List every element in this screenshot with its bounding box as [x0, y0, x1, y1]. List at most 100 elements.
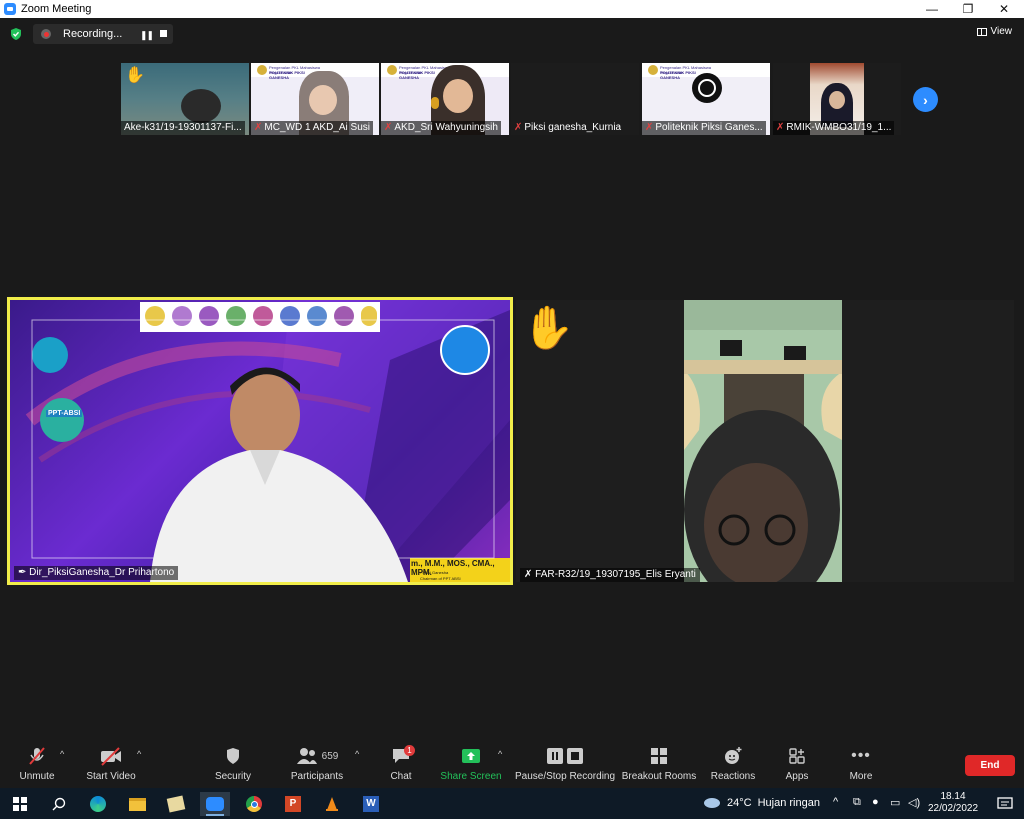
start-video-button[interactable]: Start Video	[84, 745, 138, 787]
participants-caret-icon[interactable]: ^	[355, 749, 359, 759]
share-screen-label: Share Screen	[440, 771, 502, 782]
zoom-app[interactable]	[200, 792, 230, 816]
share-screen-icon	[462, 749, 480, 763]
pause-stop-icon	[547, 748, 583, 764]
minimize-button[interactable]: —	[914, 0, 950, 18]
windows-logo-icon	[13, 797, 27, 811]
unmute-button[interactable]: Unmute	[16, 745, 58, 787]
system-clock[interactable]: 18.14 22/02/2022	[928, 791, 978, 815]
chrome-app[interactable]	[239, 792, 269, 816]
view-button-label: View	[990, 26, 1013, 37]
stop-recording-icon[interactable]	[160, 30, 167, 37]
file-explorer-app[interactable]	[122, 792, 152, 816]
more-button[interactable]: ••• More	[844, 745, 878, 787]
reactions-button[interactable]: Reactions	[710, 745, 756, 787]
vlc-app[interactable]	[317, 792, 347, 816]
notes-app[interactable]	[161, 792, 191, 816]
muted-mic-icon	[29, 747, 45, 765]
smiley-plus-icon	[725, 747, 742, 764]
participants-icon	[296, 748, 317, 764]
cloud-rain-icon	[704, 798, 720, 808]
ellipsis-icon: •••	[851, 747, 871, 764]
unmute-label: Unmute	[19, 771, 55, 782]
meeting-toolbar: Unmute ^ Start Video ^ Security 659 Part…	[0, 743, 1024, 788]
recording-label: Recording...	[63, 28, 123, 40]
participant-thumbnail[interactable]: Pengenalan PKL Mahasiswa Tingkat Akhir P…	[642, 63, 770, 135]
end-meeting-button[interactable]: End	[965, 755, 1015, 776]
participant-thumbnail[interactable]: ✋ Ake-k31/19-19301137-Fi...	[121, 63, 249, 135]
participant-name: ✗ AKD_Sri Wahyuningsih	[381, 121, 501, 135]
restore-button[interactable]: ❐	[950, 0, 986, 18]
breakout-rooms-icon	[651, 748, 667, 764]
clock-time: 18.14	[940, 791, 966, 802]
muted-mic-icon: ✗	[514, 122, 523, 133]
meeting-top-bar: Recording... ❚❚ View	[0, 18, 1024, 50]
start-video-label: Start Video	[86, 771, 136, 782]
shield-icon	[227, 748, 239, 764]
edge-app[interactable]	[83, 792, 113, 816]
share-screen-button[interactable]: Share Screen	[440, 745, 502, 787]
obs-logo-icon	[692, 73, 722, 103]
audio-options-caret-icon[interactable]: ^	[60, 749, 64, 759]
shield-check-icon[interactable]	[9, 27, 23, 41]
speaker-caption-line2: - Piksi Ganesha	[420, 570, 449, 575]
start-button[interactable]	[5, 792, 35, 816]
video-options-caret-icon[interactable]: ^	[137, 749, 141, 759]
reactions-label: Reactions	[710, 771, 756, 782]
chat-label: Chat	[390, 771, 412, 782]
active-speaker-video[interactable]: PPT-ABSI m., M.M., MOS., CMA., MPM. - Pi…	[7, 297, 513, 585]
weather-widget[interactable]: 24°C Hujan ringan	[703, 797, 820, 809]
edge-icon	[90, 796, 106, 812]
title-bar: Zoom Meeting — ❐ ✕	[0, 0, 1024, 18]
participant-name-label: ✒ Dir_PiksiGanesha_Dr Prihartono	[14, 566, 179, 580]
apps-icon	[789, 748, 805, 764]
search-icon	[52, 797, 66, 811]
notifications-button[interactable]	[990, 792, 1020, 816]
volume-icon[interactable]: ◁)	[908, 796, 920, 809]
participant-name-label: ✗ FAR-R32/19_19307195_Elis Eryanti	[520, 568, 700, 582]
pause-stop-recording-button[interactable]: Pause/Stop Recording	[514, 745, 616, 787]
participant-name: ✗ Piksi ganesha_Kurnia	[514, 122, 622, 133]
close-button[interactable]: ✕	[986, 0, 1022, 18]
recording-dot-icon	[41, 29, 51, 39]
pause-recording-icon[interactable]: ❚❚	[140, 30, 154, 41]
more-label: More	[849, 771, 873, 782]
muted-mic-icon: ✗	[384, 122, 393, 133]
windows-taskbar: P W 24°C Hujan ringan ^ ⧉ ● ▭ ◁) 18.14 2…	[0, 788, 1024, 819]
show-hidden-icons-chevron-icon[interactable]: ^	[833, 796, 838, 808]
window-title: Zoom Meeting	[21, 3, 92, 15]
view-button[interactable]: View	[976, 26, 1013, 37]
microphone-icon[interactable]: ●	[872, 796, 879, 808]
next-page-button[interactable]: ›	[913, 87, 938, 112]
meet-now-icon[interactable]: ⧉	[853, 796, 861, 809]
network-icon[interactable]: ▭	[890, 796, 900, 809]
participant-thumbnail[interactable]: ✗ RMIK-WMBO31/19_1...	[773, 63, 901, 135]
powerpoint-app[interactable]: P	[278, 792, 308, 816]
weather-temperature: 24°C	[727, 797, 752, 809]
raised-hand-icon: ✋	[125, 67, 145, 84]
zoom-app-icon	[4, 3, 16, 15]
pause-stop-recording-label: Pause/Stop Recording	[514, 771, 616, 782]
grid-view-icon	[976, 27, 987, 36]
chevron-right-icon: ›	[923, 91, 928, 108]
breakout-rooms-label: Breakout Rooms	[621, 771, 697, 782]
participant-name: ✗ RMIK-WMBO31/19_1...	[773, 121, 895, 135]
share-options-caret-icon[interactable]: ^	[498, 749, 502, 759]
word-app[interactable]: W	[356, 792, 386, 816]
chrome-icon	[246, 796, 262, 812]
participant-thumbnail[interactable]: ✗ Piksi ganesha_Kurnia	[511, 63, 639, 135]
apps-button[interactable]: Apps	[780, 745, 814, 787]
search-button[interactable]	[44, 792, 74, 816]
participant-thumbnail[interactable]: Pengenalan PKL Mahasiswa Tingkat Akhir P…	[251, 63, 379, 135]
zoom-icon	[206, 797, 224, 811]
security-button[interactable]: Security	[210, 745, 256, 787]
participant-thumbnail[interactable]: Pengenalan PKL Mahasiswa Tingkat Akhir P…	[381, 63, 509, 135]
folder-icon	[128, 797, 146, 811]
participant-video[interactable]: ✋ ✗ FAR-R32/19_19307195_Elis Eryanti	[516, 300, 1014, 582]
muted-mic-icon: ✗	[645, 122, 654, 133]
raised-hand-icon: ✋	[522, 304, 575, 351]
clock-date: 22/02/2022	[928, 803, 979, 814]
ppt-absi-logo: PPT-ABSI	[46, 410, 83, 417]
participants-button[interactable]: 659 Participants	[288, 745, 346, 787]
breakout-rooms-button[interactable]: Breakout Rooms	[622, 745, 696, 787]
